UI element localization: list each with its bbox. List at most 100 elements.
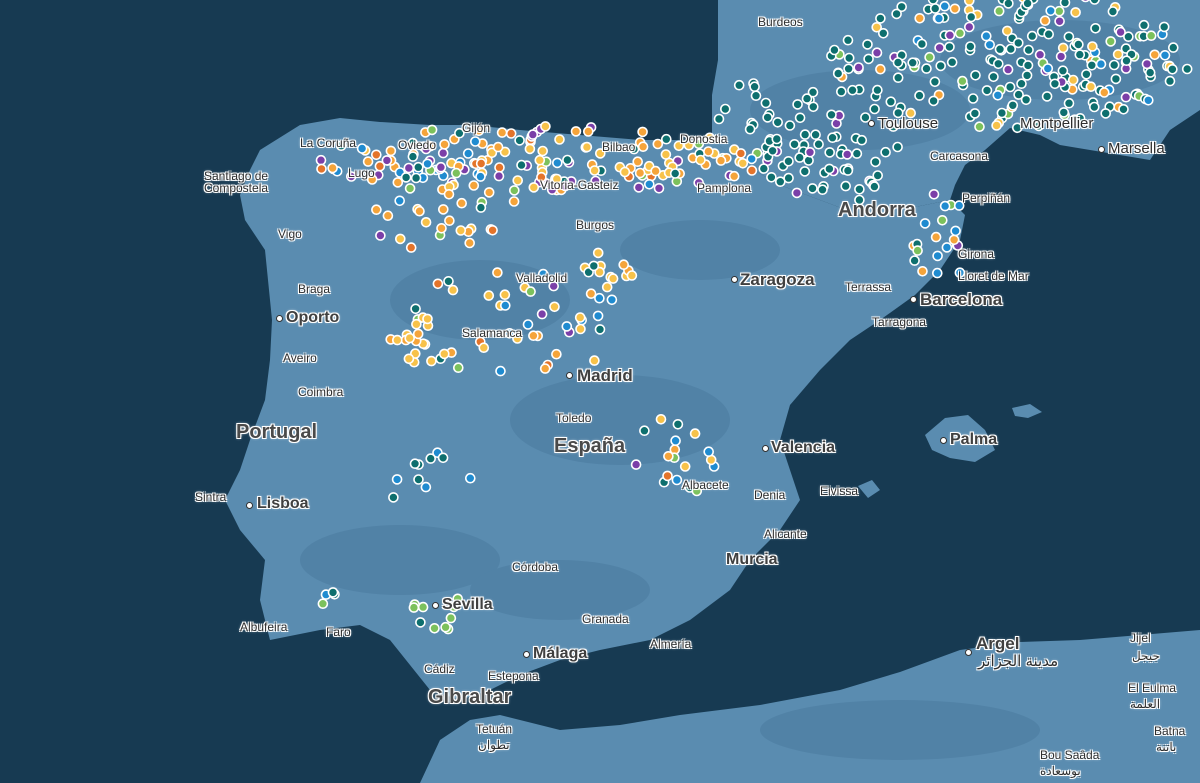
map-marker[interactable] [409,458,421,470]
map-marker[interactable] [438,348,450,360]
map-marker[interactable] [1123,31,1134,43]
map-marker[interactable] [1118,104,1129,115]
map-marker[interactable] [946,56,958,68]
map-marker[interactable] [456,197,468,209]
map-marker[interactable] [670,435,681,447]
map-marker[interactable] [414,205,425,217]
map-marker[interactable] [462,148,474,159]
map-marker[interactable] [508,196,520,207]
map-marker[interactable] [536,308,548,320]
map-marker[interactable] [585,288,597,300]
map-marker[interactable] [1063,97,1075,109]
map-marker[interactable] [728,170,740,182]
map-marker[interactable] [1022,60,1034,71]
map-marker[interactable] [1003,0,1014,9]
map-marker[interactable] [842,165,854,176]
map-marker[interactable] [949,3,961,15]
map-marker[interactable] [404,183,416,194]
map-marker[interactable] [634,167,646,179]
map-marker[interactable] [891,8,902,20]
map-marker[interactable] [561,321,573,332]
map-marker[interactable] [840,180,852,192]
map-marker[interactable] [762,112,773,123]
map-marker[interactable] [963,21,975,33]
map-marker[interactable] [475,171,486,182]
map-marker[interactable] [417,601,429,613]
map-marker[interactable] [1067,74,1079,86]
map-marker[interactable] [994,43,1006,55]
map-marker[interactable] [924,51,935,63]
map-marker[interactable] [1110,73,1122,85]
map-marker[interactable] [1095,58,1107,70]
map-marker[interactable] [758,163,770,174]
map-marker[interactable] [1054,15,1065,27]
map-marker[interactable] [892,141,903,153]
map-marker[interactable] [981,85,993,96]
map-marker[interactable] [643,179,655,190]
map-marker[interactable] [965,11,977,23]
map-marker[interactable] [415,617,426,628]
map-marker[interactable] [435,161,447,173]
map-marker[interactable] [909,255,920,266]
map-marker[interactable] [794,112,806,124]
map-marker[interactable] [410,172,422,184]
map-marker[interactable] [425,453,437,464]
map-canvas[interactable]: Portugal España Andorra Burdeos Toulouse… [0,0,1200,783]
map-marker[interactable] [841,149,853,160]
map-marker[interactable] [791,187,803,199]
map-marker[interactable] [408,602,420,613]
map-marker[interactable] [327,587,339,598]
map-marker[interactable] [601,281,613,293]
map-marker[interactable] [639,425,650,437]
map-marker[interactable] [495,365,506,377]
map-marker[interactable] [660,149,672,160]
map-marker[interactable] [1026,30,1038,42]
map-marker[interactable] [514,135,525,146]
map-marker[interactable] [1100,108,1111,119]
map-marker[interactable] [315,154,327,166]
map-marker[interactable] [437,452,449,464]
map-marker[interactable] [912,245,923,256]
map-marker[interactable] [663,450,674,462]
map-marker[interactable] [870,156,881,168]
map-marker[interactable] [733,79,745,91]
map-marker[interactable] [1105,36,1116,47]
map-marker[interactable] [928,189,940,200]
map-marker[interactable] [737,158,749,169]
map-marker[interactable] [505,128,517,139]
map-marker[interactable] [1159,49,1171,61]
map-marker[interactable] [957,75,968,87]
map-marker[interactable] [1112,49,1124,60]
map-marker[interactable] [429,622,440,634]
map-marker[interactable] [637,126,648,138]
map-marker[interactable] [607,273,619,284]
city-dot-toulouse[interactable] [868,120,875,127]
city-dot-malaga[interactable] [523,651,530,658]
map-marker[interactable] [400,172,412,183]
map-marker[interactable] [760,97,772,109]
map-marker[interactable] [1121,55,1132,67]
map-marker[interactable] [483,187,495,198]
map-marker[interactable] [766,172,777,183]
map-marker[interactable] [939,200,951,212]
map-marker[interactable] [703,146,714,157]
city-dot-madrid[interactable] [566,372,573,379]
map-marker[interactable] [426,355,437,367]
map-marker[interactable] [964,0,975,6]
map-marker[interactable] [589,165,600,176]
map-marker[interactable] [1021,70,1033,81]
map-marker[interactable] [967,93,979,104]
map-marker[interactable] [679,461,691,472]
map-marker[interactable] [843,63,854,75]
map-marker[interactable] [750,90,762,101]
map-marker[interactable] [936,215,948,226]
map-marker[interactable] [784,120,796,131]
map-marker[interactable] [407,151,419,162]
map-marker[interactable] [1045,5,1056,17]
map-marker[interactable] [794,152,806,163]
map-marker[interactable] [437,204,449,215]
map-marker[interactable] [969,108,981,119]
map-marker[interactable] [528,182,540,193]
map-marker[interactable] [537,145,549,157]
city-dot-valencia[interactable] [762,445,769,452]
